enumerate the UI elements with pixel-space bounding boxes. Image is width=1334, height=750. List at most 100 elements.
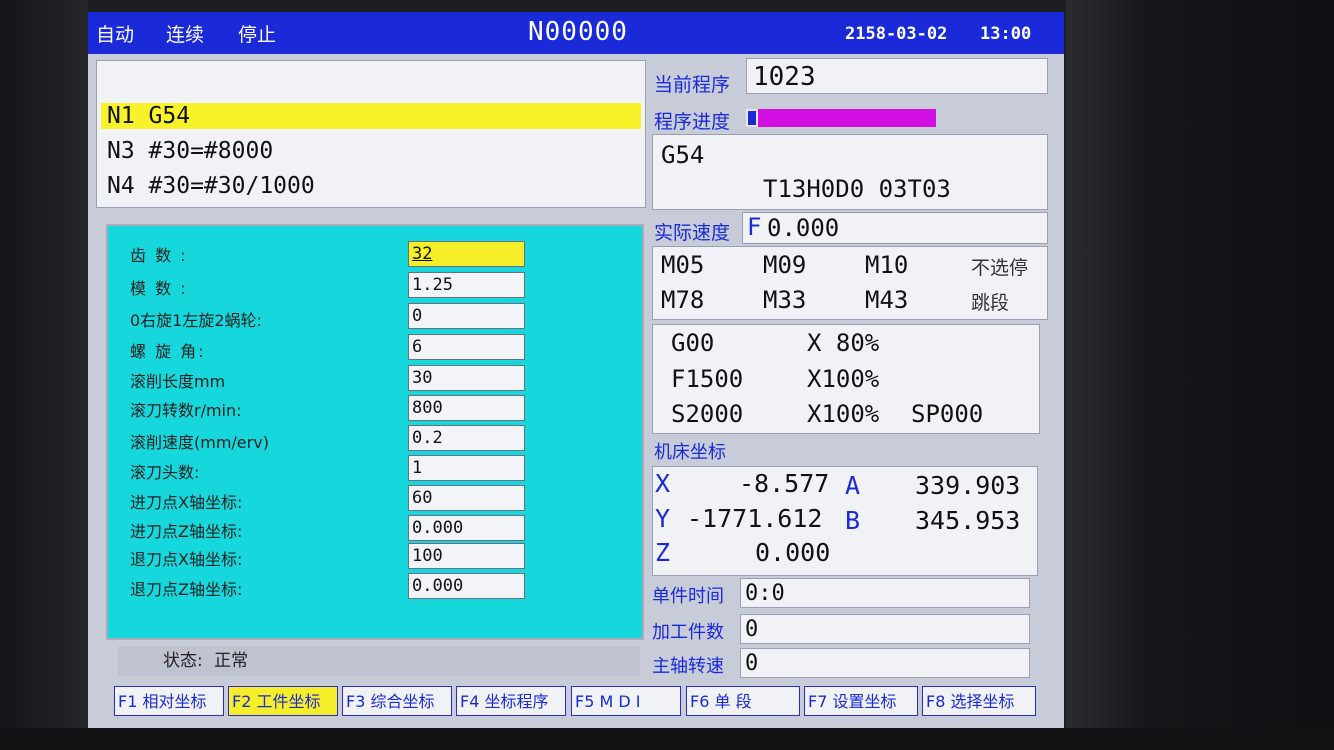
fkey-workpiece-coord[interactable]: F2 工件坐标	[228, 686, 338, 716]
monitor-bezel-bottom	[0, 728, 1334, 750]
fkey-coord-program[interactable]: F4 坐标程序	[456, 686, 566, 716]
spindle-position: SP000	[911, 400, 984, 428]
spindle-speed-label: 主轴转速	[652, 656, 724, 677]
rapid-override: X 80%	[807, 329, 880, 357]
machine-coord-panel: X -8.577 A 339.903 Y -1771.612 B 345.953…	[652, 466, 1038, 576]
feed-override: X100%	[807, 365, 880, 393]
fkey-code: F7	[808, 692, 828, 711]
progress-label: 程序进度	[654, 111, 731, 133]
m-code: M09	[763, 251, 807, 279]
spindle-speed-value: 0	[740, 648, 1030, 678]
param-input-hob-length[interactable]: 30	[408, 365, 525, 391]
program-progress-bar	[746, 109, 936, 127]
param-input-hob-rpm[interactable]: 800	[408, 395, 525, 421]
param-label-module: 模 数 :	[130, 279, 188, 298]
param-label-hob-rpm: 滚刀转数r/min:	[130, 401, 242, 420]
code-line: N3 #30=#8000	[107, 138, 274, 164]
piece-count-label: 加工件数	[652, 622, 724, 643]
fkey-code: F2	[232, 692, 252, 711]
param-input-helix-direction[interactable]: 0	[408, 303, 525, 329]
axis-y-value: -1771.612	[687, 504, 823, 533]
param-input-feed-z[interactable]: 0.000	[408, 515, 525, 541]
date: 2158-03-02	[845, 24, 948, 44]
monitor-bezel-right	[1066, 0, 1334, 750]
axis-a-value: 339.903	[915, 471, 1021, 500]
param-label-helix-angle: 螺 旋 角:	[130, 342, 206, 361]
fkey-label: 选择坐标	[950, 692, 1015, 711]
status-value: 正常	[214, 651, 249, 671]
param-input-helix-angle[interactable]: 6	[408, 334, 525, 360]
fkey-code: F6	[690, 692, 710, 711]
piece-time-label: 单件时间	[652, 586, 724, 607]
axis-x-label: X	[655, 469, 671, 498]
code-line-current: N1 G54	[101, 103, 641, 129]
block-skip-label: 跳段	[971, 292, 1010, 314]
param-label-feed-z: 进刀点Z轴坐标:	[130, 522, 243, 541]
fkey-label: 坐标程序	[484, 692, 549, 711]
param-label-retract-z: 退刀点Z轴坐标:	[130, 580, 243, 599]
fkey-single-block[interactable]: F6 单 段	[686, 686, 800, 716]
fkey-relative-coord[interactable]: F1 相对坐标	[114, 686, 224, 716]
mode-continuous: 连续	[166, 24, 205, 46]
param-input-retract-z[interactable]: 0.000	[408, 573, 525, 599]
m-code: M43	[865, 286, 909, 314]
fkey-label: 综合坐标	[370, 692, 435, 711]
feed-spindle-panel: G00 X 80% F1500 X100% S2000 X100% SP000	[652, 324, 1040, 434]
axis-y-label: Y	[655, 504, 671, 533]
mode-auto: 自动	[96, 24, 135, 46]
spindle-speed-cmd: S2000	[671, 400, 744, 428]
optional-stop-label: 不选停	[971, 257, 1029, 279]
param-input-hob-starts[interactable]: 1	[408, 455, 525, 481]
m-code: M05	[661, 251, 705, 279]
program-code-panel: N1 G54 N3 #30=#8000 N4 #30=#30/1000	[96, 60, 646, 208]
speed-prefix: F	[747, 213, 762, 241]
program-number: N00000	[528, 17, 628, 47]
m-code: M10	[865, 251, 909, 279]
param-input-feed-x[interactable]: 60	[408, 485, 525, 511]
fkey-combined-coord[interactable]: F3 综合坐标	[342, 686, 452, 716]
actual-speed-field: F 0.000	[742, 212, 1048, 244]
fkey-label: M D I	[599, 692, 641, 711]
param-input-teeth[interactable]: 32	[408, 241, 525, 267]
axis-b-value: 345.953	[915, 506, 1021, 535]
fkey-code: F8	[926, 692, 946, 711]
axis-x-value: -8.577	[739, 469, 830, 498]
param-label-hob-starts: 滚刀头数:	[130, 463, 200, 482]
m-code: M33	[763, 286, 807, 314]
machine-coord-label: 机床坐标	[654, 442, 726, 463]
param-label-retract-x: 退刀点X轴坐标:	[130, 550, 243, 569]
param-input-hob-speed[interactable]: 0.2	[408, 425, 525, 451]
m-code-panel: M05 M09 M10 不选停 M78 M33 M43 跳段	[652, 246, 1048, 320]
feed-rate: F1500	[671, 365, 744, 393]
piece-time-value: 0:0	[740, 578, 1030, 608]
fkey-code: F1	[118, 692, 138, 711]
fkey-code: F3	[346, 692, 366, 711]
actual-speed-value: 0.000	[767, 214, 840, 242]
param-input-module[interactable]: 1.25	[408, 272, 525, 298]
fkey-label: 相对坐标	[142, 692, 207, 711]
title-bar: 自动 连续 停止 N00000 2158-03-02 13:00	[88, 12, 1064, 54]
param-label-hob-length: 滚削长度mm	[130, 372, 226, 391]
progress-remaining	[758, 109, 936, 127]
time: 13:00	[980, 24, 1032, 44]
fkey-mdi[interactable]: F5 M D I	[571, 686, 681, 716]
fkey-label: 设置坐标	[832, 692, 897, 711]
current-program-label: 当前程序	[654, 74, 731, 96]
modal-line-1: G54	[661, 141, 705, 169]
axis-z-label: Z	[655, 538, 671, 567]
fkey-set-coord[interactable]: F7 设置坐标	[804, 686, 918, 716]
axis-b-label: B	[845, 506, 861, 535]
m-code: M78	[661, 286, 705, 314]
fkey-label: 工件坐标	[256, 692, 321, 711]
modal-info-panel: G54 T13H0D0 03T03	[652, 134, 1048, 210]
mode-stop: 停止	[238, 24, 277, 46]
param-input-retract-x[interactable]: 100	[408, 543, 525, 569]
modal-line-2: T13H0D0 03T03	[763, 175, 951, 203]
fkey-select-coord[interactable]: F8 选择坐标	[922, 686, 1036, 716]
piece-count-value: 0	[740, 614, 1030, 644]
param-label-feed-x: 进刀点X轴坐标:	[130, 493, 243, 512]
axis-a-label: A	[845, 471, 861, 500]
status-bar: 状态: 正常	[118, 646, 640, 676]
fkey-code: F5	[575, 692, 595, 711]
spindle-override: X100%	[807, 400, 880, 428]
